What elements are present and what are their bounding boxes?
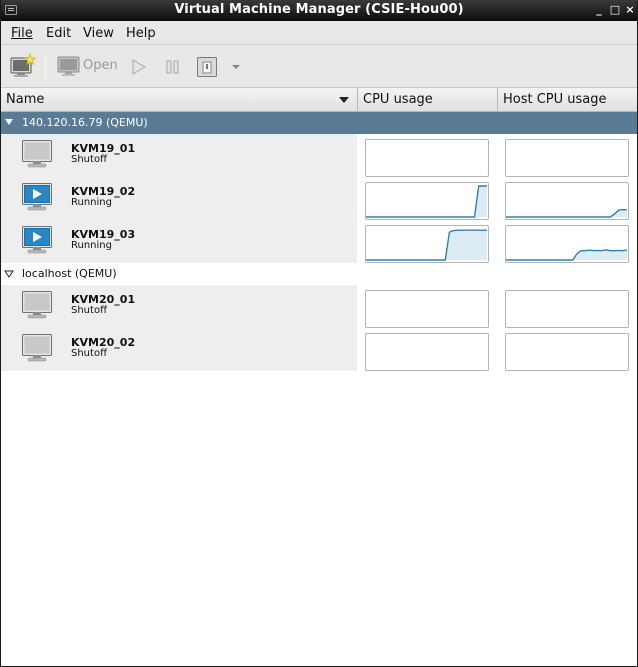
minimize-button[interactable]: _ <box>593 3 605 17</box>
vm-row[interactable]: KVM20_02 Shutoff <box>1 328 637 371</box>
pause-icon <box>166 60 179 74</box>
host-cpu-usage-graph <box>505 225 629 263</box>
column-header-name[interactable]: Name <box>1 88 358 112</box>
host-cpu-usage-graph <box>505 333 629 371</box>
column-host-cpu-label: Host CPU usage <box>503 92 607 107</box>
play-icon <box>132 59 146 75</box>
close-button[interactable]: × <box>624 3 636 17</box>
usage-area <box>506 209 627 217</box>
vm-row-background <box>1 177 357 220</box>
usage-area <box>506 249 627 260</box>
toolbar-separator <box>45 54 46 80</box>
menu-view[interactable]: View <box>83 26 114 41</box>
vm-status: Running <box>71 240 112 251</box>
menu-file[interactable]: File <box>11 26 33 41</box>
open-monitor-icon <box>57 56 80 76</box>
expander-open-icon[interactable] <box>5 119 13 125</box>
shutdown-button[interactable] <box>196 53 218 81</box>
group-row-localhost[interactable]: localhost (QEMU) <box>1 263 637 285</box>
pause-button[interactable] <box>163 53 183 81</box>
column-header-cpu[interactable]: CPU usage <box>358 88 498 112</box>
menu-file-label: File <box>11 26 33 41</box>
vm-row-background <box>1 134 357 177</box>
shutdown-icon <box>197 57 217 77</box>
expander-open-icon[interactable] <box>4 269 14 279</box>
vm-row-background <box>1 328 357 371</box>
vm-row[interactable]: KVM20_01 Shutoff <box>1 285 637 328</box>
shutoff-vm-icon <box>21 333 53 363</box>
menu-help[interactable]: Help <box>126 26 156 41</box>
running-vm-icon <box>21 182 53 212</box>
group-name: localhost (QEMU) <box>22 267 117 280</box>
shutoff-vm-icon <box>21 290 53 320</box>
shutdown-menu-button[interactable] <box>230 53 242 81</box>
shutoff-vm-icon <box>21 139 53 169</box>
host-cpu-usage-graph <box>505 182 629 220</box>
cpu-usage-graph <box>365 290 489 328</box>
group-row-remote[interactable]: 140.120.16.79 (QEMU) <box>1 112 637 134</box>
usage-line <box>506 208 628 218</box>
column-header-host-cpu[interactable]: Host CPU usage <box>498 88 637 112</box>
sort-down-icon <box>339 97 349 103</box>
cpu-usage-graph <box>365 333 489 371</box>
vm-row-background <box>1 220 357 263</box>
menu-edit-label: Edit <box>46 26 72 41</box>
menu-edit[interactable]: Edit <box>46 26 71 41</box>
group-name: 140.120.16.79 (QEMU) <box>22 116 148 129</box>
new-vm-button[interactable] <box>9 53 37 81</box>
usage-line <box>366 185 487 218</box>
run-button[interactable] <box>129 53 149 81</box>
running-vm-icon <box>21 225 53 255</box>
vmm-window: Virtual Machine Manager (CSIE-Hou00) _ □… <box>0 0 638 667</box>
cpu-usage-graph <box>365 139 489 177</box>
host-cpu-usage-graph <box>505 139 629 177</box>
open-button-label: Open <box>83 58 118 73</box>
vm-status: Shutoff <box>71 348 107 359</box>
host-cpu-usage-graph <box>505 290 629 328</box>
cpu-usage-graph <box>365 182 489 220</box>
column-name-label: Name <box>6 92 45 107</box>
column-cpu-label: CPU usage <box>363 92 433 107</box>
menu-view-label: View <box>83 26 114 41</box>
vm-status: Shutoff <box>71 154 107 165</box>
usage-area <box>366 186 487 217</box>
usage-area <box>366 230 487 260</box>
maximize-button[interactable]: □ <box>609 3 621 17</box>
dropdown-arrow-icon <box>232 65 240 69</box>
menu-help-label: Help <box>126 26 156 41</box>
vm-row[interactable]: KVM19_02 Running <box>1 177 637 220</box>
toolbar: Open <box>1 45 637 88</box>
new-vm-icon <box>10 53 37 77</box>
cpu-usage-graph <box>365 225 489 263</box>
window-title: Virtual Machine Manager (CSIE-Hou00) <box>174 2 464 17</box>
vm-row[interactable]: KVM19_01 Shutoff <box>1 134 637 177</box>
vm-row[interactable]: KVM19_03 Running <box>1 220 637 263</box>
menu-bar: File Edit View Help <box>1 21 637 45</box>
vm-status: Running <box>71 197 112 208</box>
vm-row-background <box>1 285 357 328</box>
title-bar[interactable]: Virtual Machine Manager (CSIE-Hou00) _ □… <box>1 0 637 21</box>
vm-status: Shutoff <box>71 305 107 316</box>
